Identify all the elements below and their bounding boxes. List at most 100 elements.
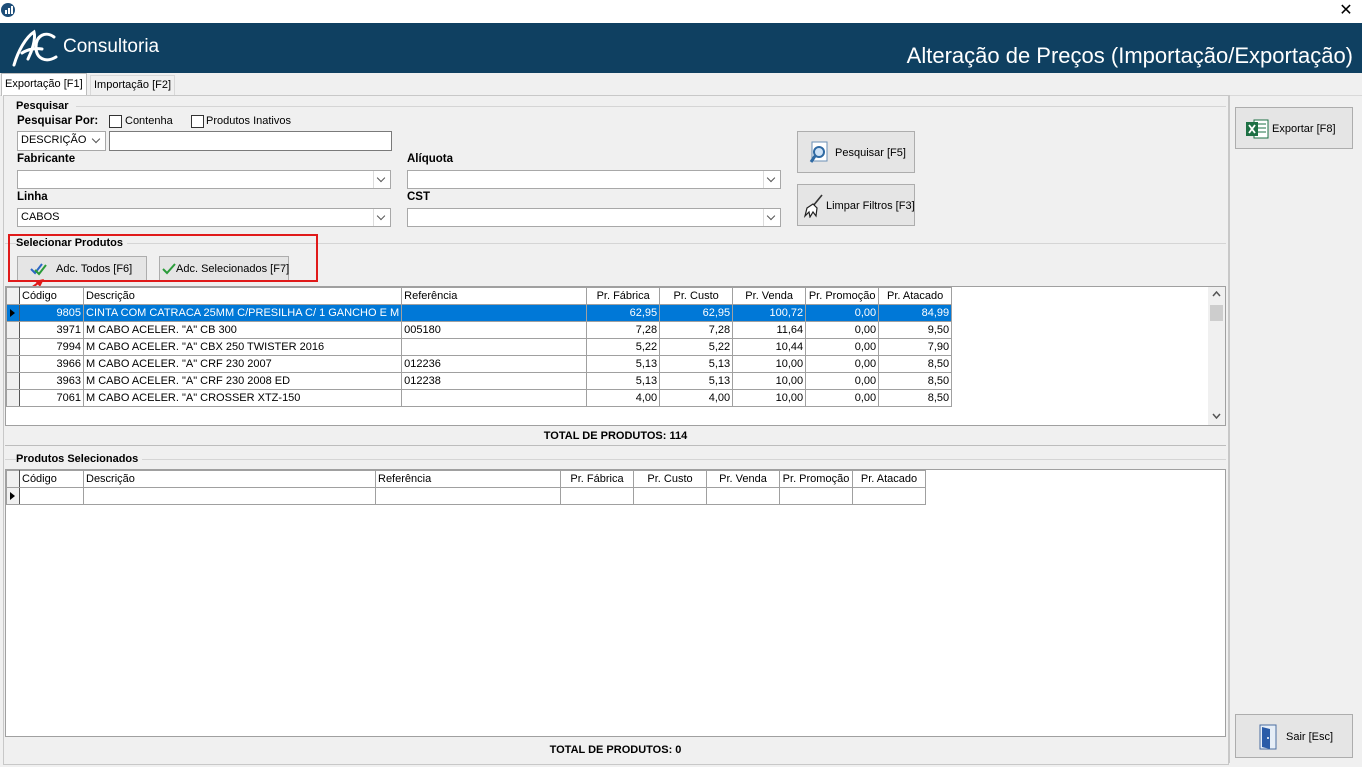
row-indicator — [6, 372, 20, 390]
cell-descricao: M CABO ACELER. "A" CRF 230 2007 — [82, 355, 403, 373]
cell-pr-venda: 11,64 — [732, 321, 807, 339]
col-codigo[interactable]: Código — [19, 287, 84, 305]
cell-descricao — [83, 487, 376, 505]
row-indicator-header — [6, 287, 20, 305]
table-row[interactable]: 3963 M CABO ACELER. "A" CRF 230 2008 ED … — [6, 372, 953, 390]
tab-exportacao[interactable]: Exportação [F1] — [1, 73, 87, 96]
cell-descricao: M CABO ACELER. "A" CRF 230 2008 ED — [82, 372, 403, 390]
selected-products-grid[interactable]: Código Descrição Referência Pr. Fábrica … — [5, 469, 1226, 737]
cell-pr-atacado: 84,99 — [878, 304, 953, 322]
row-indicator — [6, 304, 20, 322]
col-pr-atacado[interactable]: Pr. Atacado — [878, 287, 953, 305]
cell-pr-promocao: 0,00 — [805, 321, 880, 339]
col-referencia[interactable]: Referência — [375, 470, 561, 488]
col-pr-venda[interactable]: Pr. Venda — [732, 287, 807, 305]
products-grid[interactable]: Código Descrição Referência Pr. Fábrica … — [5, 286, 1226, 426]
table-row[interactable]: 7994 M CABO ACELER. "A" CBX 250 TWISTER … — [6, 338, 953, 356]
inactive-products-checkbox[interactable] — [191, 115, 204, 128]
window-titlebar — [0, 0, 1362, 23]
col-pr-promocao[interactable]: Pr. Promoção — [779, 470, 853, 488]
exit-door-icon — [1259, 724, 1277, 750]
table-row[interactable]: 9805 CINTA COM CATRACA 25MM C/PRESILHA C… — [6, 304, 953, 322]
products-header-row: Código Descrição Referência Pr. Fábrica … — [6, 287, 953, 305]
current-row-arrow-icon — [10, 309, 15, 317]
col-pr-custo[interactable]: Pr. Custo — [659, 287, 734, 305]
col-descricao[interactable]: Descrição — [82, 287, 403, 305]
company-logo-icon — [12, 29, 58, 67]
rate-select[interactable] — [407, 170, 781, 189]
cell-codigo: 3971 — [19, 321, 84, 339]
chevron-down-icon — [373, 171, 390, 188]
search-group-title: Pesquisar — [16, 100, 69, 112]
manufacturer-select[interactable] — [17, 170, 391, 189]
cell-pr-atacado — [852, 487, 926, 505]
col-pr-venda[interactable]: Pr. Venda — [706, 470, 780, 488]
clear-filters-label: Limpar Filtros [F3] — [826, 200, 915, 212]
tab-bar — [0, 73, 1362, 96]
col-referencia[interactable]: Referência — [401, 287, 588, 305]
exit-button[interactable]: Sair [Esc] — [1235, 714, 1353, 758]
contains-checkbox[interactable] — [109, 115, 122, 128]
clear-filters-button[interactable]: Limpar Filtros [F3] — [797, 184, 915, 226]
cell-pr-promocao — [779, 487, 853, 505]
highlight-box — [8, 234, 318, 282]
cell-pr-fabrica — [560, 487, 634, 505]
search-field-select[interactable]: DESCRIÇÃO — [17, 131, 106, 151]
export-button[interactable]: Exportar [F8] — [1235, 107, 1353, 149]
scroll-thumb[interactable] — [1210, 305, 1223, 321]
cell-referencia: 012238 — [401, 372, 588, 390]
cst-select[interactable] — [407, 208, 781, 227]
cell-pr-promocao: 0,00 — [805, 372, 880, 390]
cell-pr-venda: 100,72 — [732, 304, 807, 322]
cell-pr-fabrica: 5,22 — [586, 338, 661, 356]
cell-codigo: 3966 — [19, 355, 84, 373]
screen-title: Alteração de Preços (Importação/Exportaç… — [906, 43, 1353, 68]
col-codigo[interactable]: Código — [19, 470, 84, 488]
line-label: Linha — [17, 191, 48, 203]
cell-pr-fabrica: 5,13 — [586, 355, 661, 373]
table-row[interactable]: 3966 M CABO ACELER. "A" CRF 230 2007 012… — [6, 355, 953, 373]
col-pr-atacado[interactable]: Pr. Atacado — [852, 470, 926, 488]
row-indicator — [6, 321, 20, 339]
export-button-label: Exportar [F8] — [1272, 123, 1336, 135]
search-field-value: DESCRIÇÃO — [21, 134, 87, 146]
row-indicator — [6, 355, 20, 373]
col-pr-fabrica[interactable]: Pr. Fábrica — [586, 287, 661, 305]
search-by-label: Pesquisar Por: — [17, 115, 99, 127]
line-select[interactable]: CABOS — [17, 208, 391, 227]
cell-referencia — [401, 338, 588, 356]
cell-pr-venda: 10,00 — [732, 389, 807, 407]
selected-products-table: Código Descrição Referência Pr. Fábrica … — [6, 470, 926, 505]
cell-descricao: M CABO ACELER. "A" CROSSER XTZ-150 — [82, 389, 403, 407]
products-total-divider — [5, 445, 1226, 446]
cell-pr-atacado: 8,50 — [878, 389, 953, 407]
scroll-up-icon[interactable] — [1212, 291, 1221, 297]
table-row[interactable] — [6, 487, 926, 505]
col-pr-custo[interactable]: Pr. Custo — [633, 470, 707, 488]
cell-pr-venda: 10,00 — [732, 355, 807, 373]
side-divider — [1229, 95, 1230, 763]
contains-label: Contenha — [125, 115, 173, 127]
table-row[interactable]: 7061 M CABO ACELER. "A" CROSSER XTZ-150 … — [6, 389, 953, 407]
search-input[interactable] — [109, 131, 392, 151]
cell-codigo: 7061 — [19, 389, 84, 407]
tab-importacao[interactable]: Importação [F2] — [90, 75, 176, 95]
selected-group-title: Produtos Selecionados — [16, 453, 143, 465]
col-pr-fabrica[interactable]: Pr. Fábrica — [560, 470, 634, 488]
table-row[interactable]: 3971 M CABO ACELER. "A" CB 300 005180 7,… — [6, 321, 953, 339]
col-pr-promocao[interactable]: Pr. Promoção — [805, 287, 880, 305]
cell-descricao: M CABO ACELER. "A" CBX 250 TWISTER 2016 — [82, 338, 403, 356]
scroll-down-icon[interactable] — [1212, 413, 1221, 419]
products-scrollbar[interactable] — [1208, 287, 1225, 425]
col-descricao[interactable]: Descrição — [83, 470, 376, 488]
search-button-label: Pesquisar [F5] — [835, 147, 906, 159]
cst-label: CST — [407, 191, 430, 203]
cell-pr-atacado: 9,50 — [878, 321, 953, 339]
products-table: Código Descrição Referência Pr. Fábrica … — [6, 287, 953, 407]
cell-codigo: 3963 — [19, 372, 84, 390]
search-button[interactable]: Pesquisar [F5] — [797, 131, 915, 173]
close-window-button[interactable]: ✕ — [1338, 1, 1354, 21]
cell-pr-venda: 10,00 — [732, 372, 807, 390]
cell-pr-promocao: 0,00 — [805, 355, 880, 373]
cell-referencia — [375, 487, 561, 505]
